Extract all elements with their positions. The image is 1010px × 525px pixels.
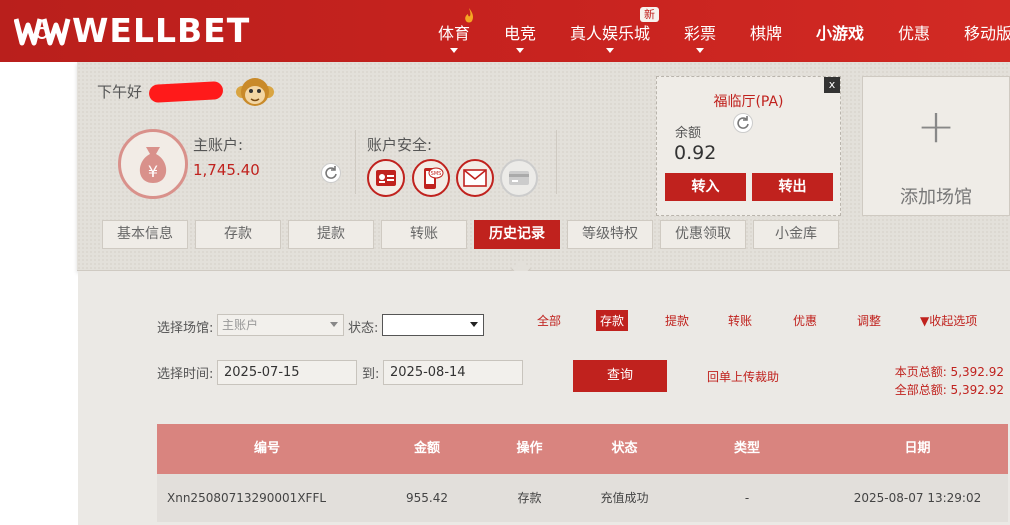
sms-phone-icon[interactable]: SMS <box>412 159 450 197</box>
status-select[interactable] <box>382 314 484 336</box>
nav-item-sports[interactable]: 体育 <box>438 20 471 53</box>
nav-label: 小游戏 <box>816 24 865 43</box>
page-total: 本页总额: 5,392.92 <box>894 365 1004 379</box>
nav-item-esports[interactable]: 电竞 <box>504 20 537 53</box>
history-content: 选择场馆: 主账户 状态: 全部 存款 提款 转账 优惠 调整 ▼收起选项 选择… <box>78 271 1010 525</box>
tab-basic-info[interactable]: 基本信息 <box>102 220 188 249</box>
wellbet-logo[interactable]: WELLBET <box>14 13 250 49</box>
refresh-icon[interactable] <box>321 163 341 183</box>
account-security-label: 账户安全: <box>367 136 433 154</box>
chevron-down-icon <box>696 48 704 53</box>
nav-label: 移动版 <box>964 24 1010 43</box>
id-card-icon[interactable] <box>367 159 405 197</box>
all-total: 全部总额: 5,392.92 <box>894 383 1004 397</box>
greeting-text: 下午好 <box>97 83 143 101</box>
tab-history[interactable]: 历史记录 <box>474 220 560 249</box>
bank-card-icon[interactable] <box>500 159 538 197</box>
tab-transfer[interactable]: 转账 <box>381 220 467 249</box>
chevron-down-icon <box>516 48 524 53</box>
filter-promotion[interactable]: 优惠 <box>793 312 817 329</box>
nav-label: 电竞 <box>504 24 537 43</box>
redacted-username <box>148 81 224 103</box>
nav-label: 体育 <box>438 24 471 43</box>
nav-item-mobile[interactable]: 移动版 <box>964 20 1010 44</box>
left-margin <box>0 62 78 525</box>
cell-amount: 955.42 <box>406 491 448 505</box>
tab-withdraw[interactable]: 提款 <box>288 220 374 249</box>
main-account-label: 主账户: <box>193 136 244 154</box>
nav-label: 彩票 <box>684 24 717 43</box>
filter-all[interactable]: 全部 <box>537 312 561 329</box>
venue-balance: 0.92 <box>674 142 717 164</box>
sms-text: SMS <box>431 171 442 177</box>
column-header-type: 类型 <box>733 441 760 456</box>
email-envelope-icon[interactable] <box>456 159 494 197</box>
nav-item-lottery[interactable]: 彩票 <box>684 20 717 53</box>
column-header-id: 编号 <box>253 441 280 456</box>
divider <box>355 130 356 194</box>
totals: 本页总额: 5,392.92 全部总额: 5,392.92 <box>895 363 1004 399</box>
plus-icon: + <box>916 99 956 153</box>
upload-receipt-link[interactable]: 回单上传裁助 <box>707 368 779 385</box>
venue-select-value: 主账户 <box>222 318 259 332</box>
cell-action: 存款 <box>517 491 542 505</box>
status-label: 状态: <box>348 321 379 336</box>
venue-select[interactable]: 主账户 <box>217 314 344 336</box>
main-account-amount: 1,745.40 <box>193 161 260 179</box>
query-button[interactable]: 查询 <box>573 360 667 392</box>
date-from-input[interactable]: 2025-07-15 <box>217 360 357 385</box>
money-bag-icon: ¥ <box>118 129 188 199</box>
add-venue-label: 添加场馆 <box>900 187 972 208</box>
nav-label: 真人娱乐城 <box>570 24 651 43</box>
filter-withdraw[interactable]: 提款 <box>665 312 689 329</box>
top-navigation-bar: WELLBET 新 体育 电竞 真人娱乐城 彩票 棋牌 小游戏 优惠 移动版 <box>0 0 1010 62</box>
monkey-avatar-icon <box>236 78 274 106</box>
tab-vault[interactable]: 小金库 <box>753 220 839 249</box>
add-venue-button[interactable]: + 添加场馆 <box>862 76 1010 216</box>
brand-name: WELLBET <box>72 11 251 50</box>
cell-id: Xnn25080713290001XFFL <box>167 491 327 505</box>
column-header-status: 状态 <box>611 441 638 456</box>
column-header-amount: 金额 <box>413 441 440 456</box>
nav-item-mini-games[interactable]: 小游戏 <box>816 20 864 44</box>
filter-transfer[interactable]: 转账 <box>728 312 752 329</box>
nav-item-chess[interactable]: 棋牌 <box>750 20 782 44</box>
chevron-down-icon <box>450 48 458 53</box>
transfer-in-button[interactable]: 转入 <box>665 173 746 201</box>
tab-claim-promotions[interactable]: 优惠领取 <box>660 220 746 249</box>
table-row: Xnn25080713290001XFFL 955.42 存款 充值成功 - 2… <box>157 474 1008 522</box>
nav-item-live-casino[interactable]: 真人娱乐城 <box>570 20 651 53</box>
nav-label: 优惠 <box>898 24 931 43</box>
account-panel: 下午好 ¥ 主账户: 1,745.40 账户安全: SMS x 福临厅(PA) … <box>77 62 1010 279</box>
cell-status: 充值成功 <box>600 491 649 505</box>
venue-balance-label: 余额 <box>675 126 702 141</box>
filter-adjustment[interactable]: 调整 <box>857 312 881 329</box>
time-select-label: 选择时间: <box>157 367 214 382</box>
history-table: 编号 金额 操作 状态 类型 日期 Xnn25080713290001XFFL … <box>157 424 1008 522</box>
date-to-label: 到: <box>362 367 380 382</box>
venue-card: x 福临厅(PA) 余额 0.92 转入 转出 <box>656 76 841 216</box>
date-to-input[interactable]: 2025-08-14 <box>383 360 523 385</box>
nav-label: 棋牌 <box>750 24 783 43</box>
tab-vip-privileges[interactable]: 等级特权 <box>567 220 653 249</box>
chevron-down-icon <box>606 48 614 53</box>
chevron-down-icon <box>330 322 338 327</box>
table-header: 编号 金额 操作 状态 类型 日期 <box>157 424 1008 474</box>
cell-type: - <box>744 491 750 505</box>
venue-select-label: 选择场馆: <box>157 321 214 336</box>
collapse-options-toggle[interactable]: ▼收起选项 <box>920 312 977 329</box>
tab-deposit[interactable]: 存款 <box>195 220 281 249</box>
refresh-icon[interactable] <box>733 113 753 133</box>
chevron-down-icon <box>470 322 478 327</box>
transfer-out-button[interactable]: 转出 <box>752 173 833 201</box>
column-header-action: 操作 <box>516 441 543 456</box>
divider <box>556 130 557 194</box>
column-header-date: 日期 <box>904 441 931 456</box>
wellbet-logo-icon <box>14 18 71 46</box>
filter-deposit[interactable]: 存款 <box>596 310 629 331</box>
venue-title: 福临厅(PA) <box>713 94 784 110</box>
svg-text:¥: ¥ <box>148 162 158 181</box>
cell-date: 2025-08-07 13:29:02 <box>853 491 982 505</box>
nav-item-promotions[interactable]: 优惠 <box>898 20 930 44</box>
